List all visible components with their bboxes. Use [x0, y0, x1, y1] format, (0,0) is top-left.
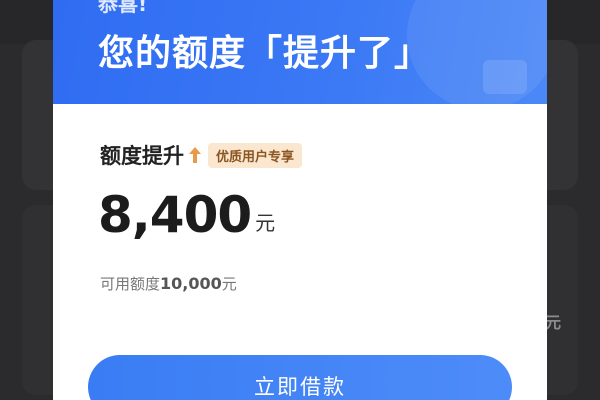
modal-header: 恭喜! 您的额度「提升了」 [53, 0, 547, 104]
premium-user-badge: 优质用户专享 [208, 142, 303, 168]
credit-increase-modal: 恭喜! 您的额度「提升了」 额度提升 优质用户专享 8,400 元 可用额度 1… [53, 0, 547, 400]
background-right-text: 元 [545, 313, 562, 332]
credit-label-row: 额度提升 优质用户专享 [100, 141, 303, 169]
header-decoration-square [483, 60, 527, 94]
available-credit-label: 可用额度 [100, 275, 161, 293]
available-credit-amount: 10,000 [160, 274, 222, 293]
available-credit-unit: 元 [221, 275, 237, 293]
credit-increase-label: 额度提升 [100, 144, 184, 168]
modal-subtitle: 恭喜! [98, 0, 148, 16]
amount-unit: 元 [255, 211, 276, 235]
arrow-up-icon [188, 146, 202, 164]
available-credit: 可用额度 10,000 元 [100, 273, 237, 294]
increase-amount: 8,400 元 [98, 188, 275, 242]
amount-value: 8,400 [98, 186, 252, 244]
modal-title: 您的额度「提升了」 [98, 33, 432, 74]
borrow-now-button[interactable]: 立即借款 [88, 355, 512, 400]
